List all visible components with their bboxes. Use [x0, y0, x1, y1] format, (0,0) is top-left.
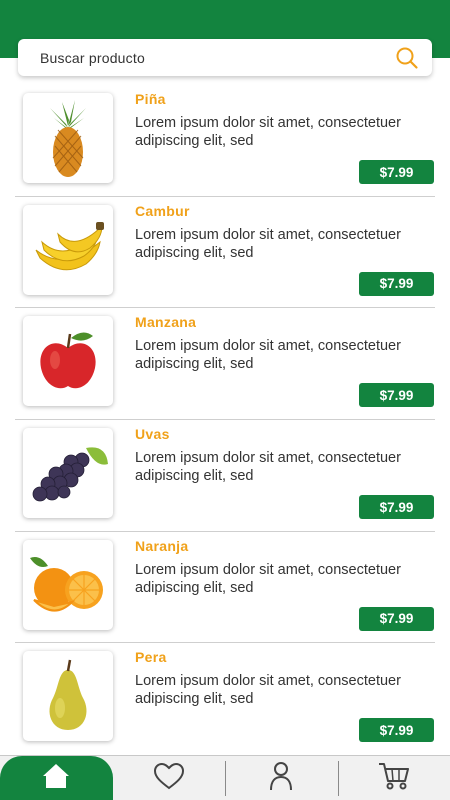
nav-profile[interactable]: [225, 756, 338, 800]
product-name: Piña: [135, 91, 166, 107]
product-price-button[interactable]: $7.99: [359, 495, 434, 520]
product-item-manzana[interactable]: Manzana Lorem ipsum dolor sit amet, cons…: [15, 308, 435, 421]
product-description: Lorem ipsum dolor sit amet, consectetuer…: [135, 226, 401, 261]
home-icon: [41, 762, 71, 795]
product-description: Lorem ipsum dolor sit amet, consectetuer…: [135, 561, 401, 596]
product-description: Lorem ipsum dolor sit amet, consectetuer…: [135, 450, 401, 485]
nav-home[interactable]: [0, 756, 113, 800]
product-price-button[interactable]: $7.99: [359, 718, 434, 743]
search-icon[interactable]: [394, 45, 420, 71]
product-name: Cambur: [135, 202, 190, 219]
product-image-pear: [23, 651, 113, 742]
heart-icon: [153, 762, 185, 795]
search-bar[interactable]: Buscar producto: [18, 39, 432, 76]
product-item-pina[interactable]: Piña Lorem ipsum dolor sit amet, consect…: [15, 85, 435, 197]
product-price-button[interactable]: $7.99: [359, 271, 434, 296]
product-name: Manzana: [135, 314, 197, 331]
nav-cart[interactable]: [337, 756, 450, 800]
product-item-uvas[interactable]: Uvas Lorem ipsum dolor sit amet, consect…: [15, 420, 435, 532]
product-name: Uvas: [135, 426, 170, 443]
product-image-apple: [23, 316, 113, 407]
product-item-pera[interactable]: Pera Lorem ipsum dolor sit amet, consect…: [15, 643, 435, 755]
bottom-navigation: [0, 755, 450, 800]
product-list: Piña Lorem ipsum dolor sit amet, consect…: [15, 85, 435, 755]
nav-favorites[interactable]: [113, 756, 226, 800]
product-name: Pera: [135, 649, 167, 666]
product-image-banana: [23, 204, 113, 295]
product-description: Lorem ipsum dolor sit amet, consectetuer…: [135, 115, 401, 149]
product-price-button[interactable]: $7.99: [359, 383, 434, 408]
cart-icon: [377, 761, 411, 796]
product-image-grapes: [23, 428, 113, 519]
product-price-button[interactable]: $7.99: [359, 606, 434, 631]
product-item-cambur[interactable]: Cambur Lorem ipsum dolor sit amet, conse…: [15, 197, 435, 309]
search-input[interactable]: Buscar producto: [40, 50, 394, 66]
product-image-orange: [23, 539, 113, 630]
product-name: Naranja: [135, 537, 189, 554]
product-description: Lorem ipsum dolor sit amet, consectetuer…: [135, 673, 401, 708]
product-item-naranja[interactable]: Naranja Lorem ipsum dolor sit amet, cons…: [15, 532, 435, 644]
product-description: Lorem ipsum dolor sit amet, consectetuer…: [135, 338, 401, 373]
product-image-pineapple: [23, 93, 113, 183]
product-price-button[interactable]: $7.99: [359, 160, 434, 184]
user-icon: [269, 761, 293, 796]
